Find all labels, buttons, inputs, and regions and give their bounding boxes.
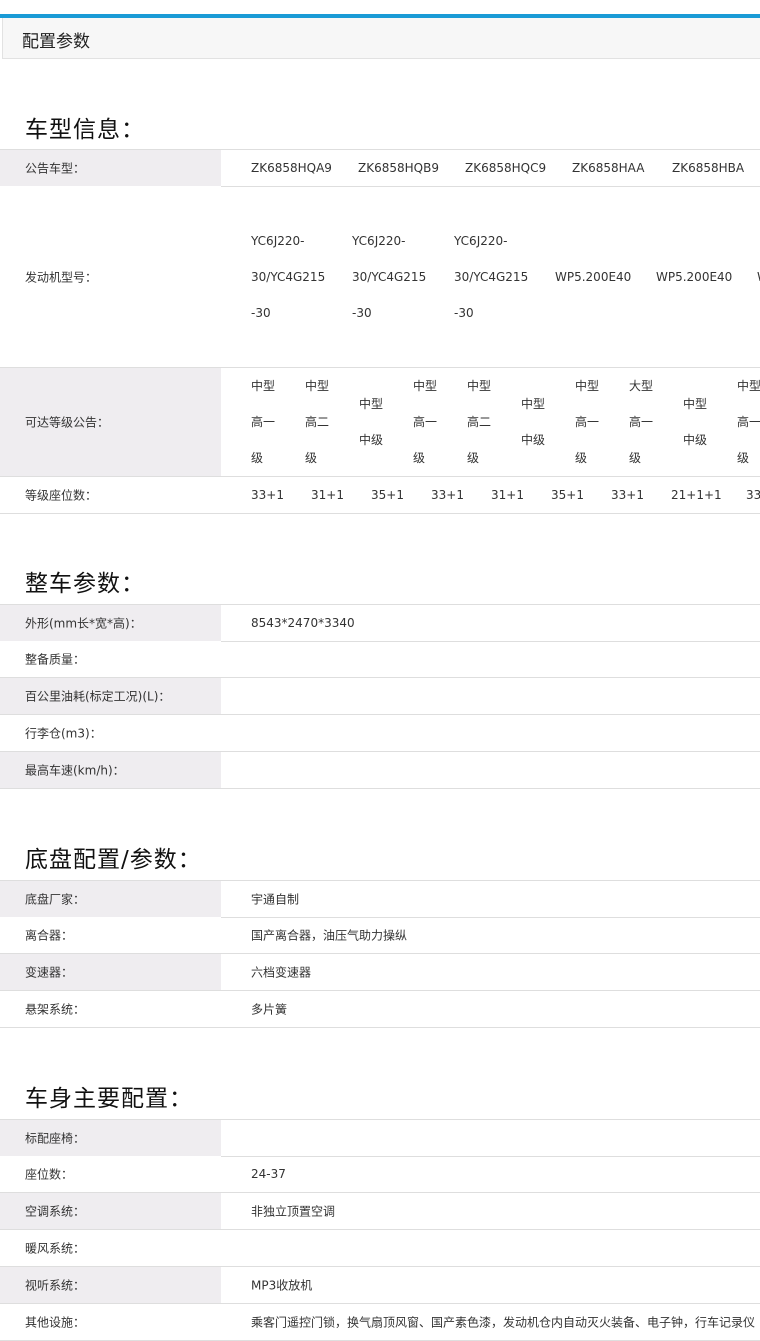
row-label: 其他设施： xyxy=(0,1304,221,1340)
seat-cell: 31+1 xyxy=(311,488,344,502)
spec-row: 外形(mm长*宽*高)： 8543*2470*3340 xyxy=(0,604,760,642)
row-model: 公告车型： ZK6858HQA9 ZK6858HQB9 ZK6858HQC9 Z… xyxy=(0,149,760,187)
row-value: 24-37 xyxy=(251,1167,286,1181)
spec-row: 变速器： 六档变速器 xyxy=(0,954,760,991)
spec-row: 离合器： 国产离合器，油压气助力操纵 xyxy=(0,917,760,954)
engine-cell: YC6J220- 30/YC4G215 -30 xyxy=(454,234,529,320)
grade-cell: 中型 中级 xyxy=(521,397,546,447)
section-title-vehicle-info: 车型信息： xyxy=(25,117,145,143)
row-label: 整备质量： xyxy=(0,641,221,677)
seat-cell: 35+1 xyxy=(551,488,584,502)
spec-row: 空调系统： 非独立顶置空调 xyxy=(0,1193,760,1230)
model-cell: ZK6858HQA9 xyxy=(251,161,332,175)
seat-cell: 35+1 xyxy=(371,488,404,502)
engine-cell: YC6J220- 30/YC4G215 -30 xyxy=(251,234,326,320)
row-label: 行李仓(m3)： xyxy=(0,715,221,751)
row-label: 暖风系统： xyxy=(0,1230,221,1266)
spec-row: 百公里油耗(标定工况)(L)： xyxy=(0,678,760,715)
row-label: 可达等级公告： xyxy=(0,368,221,476)
grade-cell: 大型 高一级 xyxy=(629,379,654,465)
row-value: 多片簧 xyxy=(251,1002,288,1017)
section-title-chassis: 底盘配置/参数： xyxy=(25,847,202,873)
model-cell: ZK6858HQC9 xyxy=(465,161,547,175)
seat-cell: 33 xyxy=(746,488,760,502)
row-value: 非独立顶置空调 xyxy=(251,1204,336,1219)
row-value: 宇通自制 xyxy=(251,892,300,907)
engine-cell: WP5.200E40 xyxy=(656,270,733,284)
row-value: 六档变速器 xyxy=(251,965,312,980)
spec-row: 视听系统： MP3收放机 xyxy=(0,1267,760,1304)
section-title-whole-vehicle: 整车参数： xyxy=(25,571,145,597)
grade-cell: 中型 高一级 xyxy=(413,379,438,465)
row-label: 最高车速(km/h)： xyxy=(0,752,221,788)
model-cell: ZK6858HBA xyxy=(672,161,745,175)
seat-cell: 31+1 xyxy=(491,488,524,502)
row-engine: 发动机型号： YC6J220- 30/YC4G215 -30 YC6J220- 30/… xyxy=(0,186,760,368)
row-label: 座位数： xyxy=(0,1156,221,1192)
tab-config-params[interactable]: 配置参数 xyxy=(2,18,760,59)
row-label: 标配座椅： xyxy=(0,1120,221,1156)
row-label: 空调系统： xyxy=(0,1193,221,1229)
row-label: 离合器： xyxy=(0,917,221,953)
row-value: 国产离合器，油压气助力操纵 xyxy=(251,928,408,943)
section-title-body: 车身主要配置： xyxy=(25,1086,193,1112)
spec-row: 暖风系统： xyxy=(0,1230,760,1267)
spec-row: 最高车速(km/h)： xyxy=(0,752,760,789)
seat-cell: 33+1 xyxy=(611,488,644,502)
spec-row: 座位数： 24-37 xyxy=(0,1156,760,1193)
model-cell: ZK6858HAA xyxy=(572,161,645,175)
row-seat-count: 等级座位数： 33+1 31+1 35+1 33+1 31+1 35+1 33+… xyxy=(0,477,760,514)
grade-cell: 中型 中级 xyxy=(359,397,384,447)
spec-row: 整备质量： xyxy=(0,641,760,678)
spec-row: 悬架系统： 多片簧 xyxy=(0,991,760,1028)
row-label: 悬架系统： xyxy=(0,991,221,1027)
engine-cell: WP5.200E40 xyxy=(555,270,632,284)
grade-cell: 中型 高一级 xyxy=(251,379,276,465)
row-value: 乘客门遥控门锁，换气扇顶风窗、国产素色漆，发动机仓内自动灭火装备、电子钟，行车记… xyxy=(251,1315,756,1330)
grade-cell: 中型 高一级 xyxy=(737,379,760,465)
spec-row: 底盘厂家： 宇通自制 xyxy=(0,880,760,918)
row-label: 发动机型号： xyxy=(0,186,221,367)
row-label: 变速器： xyxy=(0,954,221,990)
grade-cell: 中型 中级 xyxy=(683,397,708,447)
row-label: 百公里油耗(标定工况)(L)： xyxy=(0,678,221,714)
seat-cell: 21+1+1 xyxy=(671,488,722,502)
spec-row: 行李仓(m3)： xyxy=(0,715,760,752)
tab-title: 配置参数 xyxy=(22,32,90,52)
row-value: 8543*2470*3340 xyxy=(251,616,355,630)
spec-row: 标配座椅： xyxy=(0,1119,760,1157)
row-label: 视听系统： xyxy=(0,1267,221,1303)
row-label: 外形(mm长*宽*高)： xyxy=(0,605,221,641)
row-label: 公告车型： xyxy=(0,150,221,186)
seat-cell: 33+1 xyxy=(431,488,464,502)
grade-cell: 中型 高二级 xyxy=(467,379,492,465)
engine-cell: YC6J220- 30/YC4G215 -30 xyxy=(352,234,427,320)
grade-cell: 中型 高二级 xyxy=(305,379,330,465)
seat-cell: 33+1 xyxy=(251,488,284,502)
grade-cell: 中型 高一级 xyxy=(575,379,600,465)
spec-row: 其他设施： 乘客门遥控门锁，换气扇顶风窗、国产素色漆，发动机仓内自动灭火装备、电… xyxy=(0,1304,760,1341)
model-cell: ZK6858HQB9 xyxy=(358,161,439,175)
row-grade: 可达等级公告： 中型 高一级 中型 高二级 中型 中级 中型 高一级 中型 高二级 中型中… xyxy=(0,368,760,477)
row-value: MP3收放机 xyxy=(251,1278,313,1293)
row-label: 等级座位数： xyxy=(0,477,221,513)
row-label: 底盘厂家： xyxy=(0,881,221,917)
